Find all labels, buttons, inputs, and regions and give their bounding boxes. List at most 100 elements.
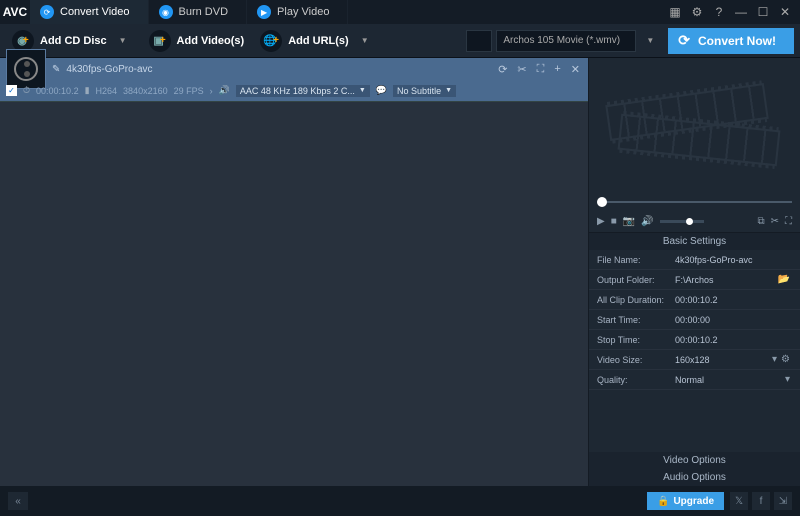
scissors-icon[interactable]: ✂ [771,216,779,227]
tab-convert-video[interactable]: ⟳ Convert Video [30,0,149,24]
play-icon: ▶ [257,5,271,19]
crop-icon[interactable]: ⛶ [537,63,545,76]
gear-icon[interactable]: ⚙ [690,5,704,19]
player-controls: ▶ ■ 📷 🔊 ⧉ ✂ ⛶ [589,211,800,233]
disc-icon: ◉ [159,5,173,19]
right-panel: ▶ ■ 📷 🔊 ⧉ ✂ ⛶ Basic Settings File Name:4… [588,58,800,486]
file-list: ✎ 4k30fps-GoPro-avc ⟳ ✂ ⛶ + ✕ ✓ ⏱ 00:00:… [0,58,588,486]
toolbar: ◉+ Add CD Disc ▼ ▣+ Add Video(s) 🌐+ Add … [0,24,800,58]
chevron-down-icon[interactable]: ▼ [355,36,375,45]
clock-icon: ⏱ [23,85,30,96]
setting-quality: Quality:Normal▾ [589,370,800,390]
preview-pane [589,58,800,193]
item-checkbox[interactable]: ✓ [6,85,17,96]
profile-dropdown[interactable]: Archos 105 Movie (*.wmv) [496,30,636,52]
audio-track-dropdown[interactable]: AAC 48 KHz 189 Kbps 2 C...▼ [236,85,370,97]
main-area: ✎ 4k30fps-GoPro-avc ⟳ ✂ ⛶ + ✕ ✓ ⏱ 00:00:… [0,58,800,486]
subtitle-dropdown[interactable]: No Subtitle▼ [393,85,456,97]
film-reel-icon [14,57,38,81]
item-meta: ✓ ⏱ 00:00:10.2 ▮ H264 3840x2160 29 FPS ›… [0,80,588,101]
chevron-down-icon[interactable]: ▾ [770,354,779,365]
chevron-down-icon: ▼ [445,87,452,94]
scissors-icon[interactable]: ✂ [517,63,526,76]
maximize-button[interactable]: ☐ [756,5,770,19]
app-logo: AVC [0,5,30,19]
setting-filename: File Name:4k30fps-GoPro-avc [589,250,800,270]
item-duration: 00:00:10.2 [36,86,79,96]
video-options-header[interactable]: Video Options [589,452,800,469]
tab-burn-dvd[interactable]: ◉ Burn DVD [149,0,248,24]
upgrade-button[interactable]: 🔒 Upgrade [647,492,724,510]
add-videos-button[interactable]: ▣+ Add Video(s) [143,30,251,52]
chevron-down-icon[interactable]: ▼ [640,36,660,45]
basic-settings-header[interactable]: Basic Settings [589,233,800,250]
item-codec: H264 [96,86,118,96]
chevron-down-icon[interactable]: ▼ [113,36,133,45]
lock-icon: 🔒 [657,496,669,507]
gear-icon[interactable]: ⚙ [779,354,792,365]
video-plus-icon: ▣+ [149,30,171,52]
volume-slider[interactable] [660,220,704,223]
share-icon[interactable]: ⇲ [774,492,792,510]
item-title-row: ✎ 4k30fps-GoPro-avc ⟳ ✂ ⛶ + ✕ [52,63,588,76]
button-label: Add Video(s) [177,35,245,47]
setting-output-folder: Output Folder:F:\Archos📂 [589,270,800,290]
chevron-down-icon: ▼ [359,87,366,94]
volume-icon[interactable]: 🔊 [641,216,653,227]
facebook-icon[interactable]: f [752,492,770,510]
titlebar: AVC ⟳ Convert Video ◉ Burn DVD ▶ Play Vi… [0,0,800,24]
item-header: ✎ 4k30fps-GoPro-avc ⟳ ✂ ⛶ + ✕ [0,58,588,80]
add-urls-button[interactable]: 🌐+ Add URL(s) ▼ [254,30,380,52]
audio-options-header[interactable]: Audio Options [589,469,800,486]
footer: « 🔒 Upgrade 𝕏 f ⇲ [0,486,800,516]
profile-selector: Archos 105 Movie (*.wmv) ▼ [466,30,660,52]
subtitle-icon: 💬 [376,85,387,96]
minimize-button[interactable]: — [734,5,748,19]
tab-label: Convert Video [60,6,130,18]
remove-icon[interactable]: ✕ [571,63,580,76]
edit-icon[interactable]: ✎ [52,64,60,75]
globe-plus-icon: 🌐+ [260,30,282,52]
volume-knob[interactable] [686,218,693,225]
item-resolution: 3840x2160 [123,86,168,96]
snapshot-button[interactable]: 📷 [623,216,635,227]
setting-video-size: Video Size:160x128▾⚙ [589,350,800,370]
setting-start-time: Start Time:00:00:00 [589,310,800,330]
setting-duration: All Clip Duration:00:00:10.2 [589,290,800,310]
profile-value: Archos 105 Movie (*.wmv) [503,35,620,46]
twitter-icon[interactable]: 𝕏 [730,492,748,510]
basic-settings: File Name:4k30fps-GoPro-avc Output Folde… [589,250,800,390]
profile-icon[interactable] [466,30,492,52]
stop-button[interactable]: ■ [611,216,617,227]
button-label: Convert Now! [698,34,776,48]
play-button[interactable]: ▶ [597,216,605,227]
setting-stop-time: Stop Time:00:00:10.2 [589,330,800,350]
close-button[interactable]: ✕ [778,5,792,19]
scrub-bar[interactable] [589,193,800,211]
item-fps: 29 FPS [174,86,204,96]
video-item[interactable]: ✎ 4k30fps-GoPro-avc ⟳ ✂ ⛶ + ✕ ✓ ⏱ 00:00:… [0,58,588,102]
folder-icon[interactable]: 📂 [776,274,792,285]
menu-icon[interactable]: ▦ [668,5,682,19]
refresh-icon[interactable]: ⟳ [498,63,507,76]
chevron-down-icon[interactable]: ▾ [783,374,792,385]
speaker-icon: 🔊 [219,85,230,96]
main-tabs: ⟳ Convert Video ◉ Burn DVD ▶ Play Video [30,0,348,24]
refresh-icon: ⟳ [40,5,54,19]
button-label: Add CD Disc [40,35,107,47]
collapse-left-button[interactable]: « [8,492,28,510]
tab-play-video[interactable]: ▶ Play Video [247,0,348,24]
button-label: Add URL(s) [288,35,349,47]
link-icon[interactable]: ⧉ [757,216,764,227]
film-strip-graphic [599,88,789,168]
expand-icon[interactable]: ⛶ [785,216,792,227]
tab-label: Play Video [277,6,329,18]
add-icon[interactable]: + [554,63,560,76]
convert-now-button[interactable]: ⟳ Convert Now! [668,28,794,54]
chevron-right-icon: › [210,86,213,96]
refresh-icon: ⟳ [678,32,690,49]
scrub-knob[interactable] [597,197,607,207]
film-icon: ▮ [85,85,90,96]
help-icon[interactable]: ? [712,5,726,19]
social-buttons: 𝕏 f ⇲ [730,492,792,510]
